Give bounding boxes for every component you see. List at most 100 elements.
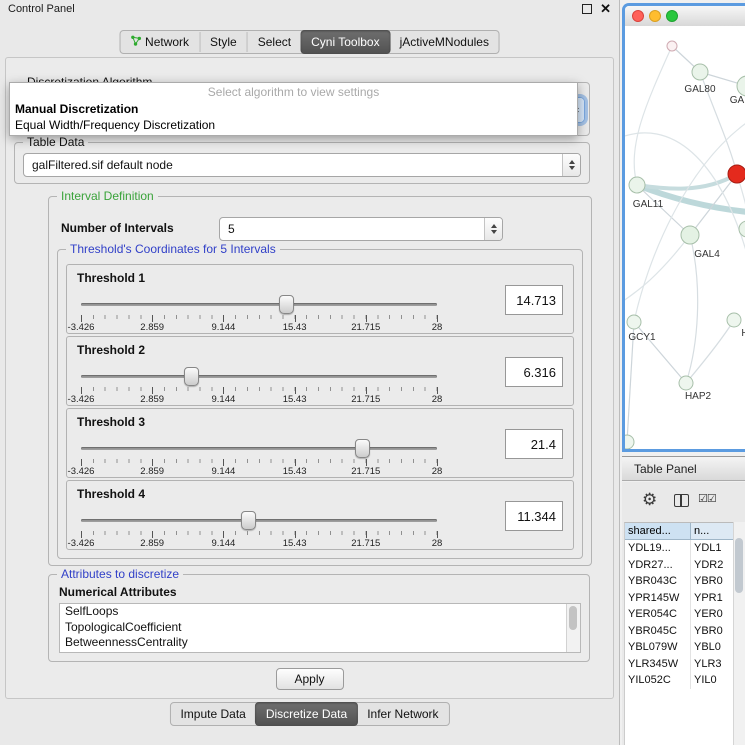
combo-stepper-icon[interactable] <box>562 154 580 176</box>
float-window-icon[interactable] <box>582 4 592 14</box>
network-edge <box>625 235 690 304</box>
table-cell[interactable]: YBR045C <box>625 623 691 640</box>
table-row[interactable]: YBR045CYBR0 <box>625 623 745 640</box>
list-scrollbar[interactable] <box>566 604 580 652</box>
network-node[interactable] <box>681 226 699 244</box>
tab-network[interactable]: Network <box>120 32 199 52</box>
table-cell[interactable]: YPR145W <box>625 590 691 607</box>
major-tick <box>223 387 224 394</box>
dropdown-placeholder: Select algorithm to view settings <box>10 84 577 101</box>
tab-select[interactable]: Select <box>247 32 301 52</box>
table-cell[interactable]: YBL079W <box>625 639 691 656</box>
zoom-traffic-light-icon[interactable] <box>666 10 678 22</box>
network-node[interactable] <box>667 41 677 51</box>
combo-value: 5 <box>228 222 235 236</box>
combo-stepper-icon[interactable] <box>484 218 502 240</box>
tab-infer-network[interactable]: Infer Network <box>357 704 448 724</box>
number-of-intervals-combobox[interactable]: 5 <box>219 217 503 241</box>
network-view-window[interactable]: GAL80GAGAL11GAL4GCY1HHAP2 <box>622 3 745 452</box>
combo-value: galFiltered.sif default node <box>32 158 173 172</box>
attribute-item[interactable]: BetweennessCentrality <box>60 635 580 651</box>
slider-thumb[interactable] <box>279 295 294 314</box>
gear-icon[interactable]: ⚙ <box>642 490 657 510</box>
scrollbar-thumb[interactable] <box>569 606 577 630</box>
threshold-slider-4[interactable]: -3.4262.8599.14415.4321.71528 <box>81 509 437 547</box>
attribute-item[interactable]: TopologicalCoefficient <box>60 620 580 636</box>
threshold-slider-3[interactable]: -3.4262.8599.14415.4321.71528 <box>81 437 437 475</box>
scale-label: 2.859 <box>140 322 164 333</box>
threshold-label: Threshold 2 <box>77 343 145 357</box>
table-data-combobox[interactable]: galFiltered.sif default node <box>23 153 581 177</box>
major-tick <box>152 315 153 322</box>
slider-scale: -3.4262.8599.14415.4321.71528 <box>81 322 437 333</box>
node-table: shared... n... YDL19...YDL1YDR27...YDR2Y… <box>624 522 745 745</box>
network-node[interactable] <box>627 315 641 329</box>
table-row[interactable]: YBR043CYBR0 <box>625 573 745 590</box>
table-scrollbar[interactable] <box>733 522 745 745</box>
network-window-titlebar <box>625 6 745 27</box>
threshold-slider-2[interactable]: -3.4262.8599.14415.4321.71528 <box>81 365 437 403</box>
major-tick <box>437 387 438 394</box>
network-node[interactable] <box>739 221 745 237</box>
network-node[interactable] <box>692 64 708 80</box>
scale-label: 9.144 <box>212 538 236 549</box>
scale-label: 2.859 <box>140 394 164 405</box>
network-node[interactable] <box>625 435 634 449</box>
table-row[interactable]: YLR345WYLR3 <box>625 656 745 673</box>
table-row[interactable]: YIL052CYIL0 <box>625 672 745 689</box>
table-cell[interactable]: YBR043C <box>625 573 691 590</box>
select-columns-checkboxes-icon[interactable]: ☑☑ <box>698 492 716 505</box>
attribute-item[interactable]: SelfLoops <box>60 604 580 620</box>
dropdown-option-equal-width-frequency[interactable]: Equal Width/Frequency Discretization <box>10 117 577 133</box>
dropdown-option-manual-discretization[interactable]: Manual Discretization <box>10 101 577 117</box>
columns-icon[interactable] <box>674 494 689 507</box>
tab-impute-data[interactable]: Impute Data <box>170 704 255 724</box>
close-traffic-light-icon[interactable] <box>632 10 644 22</box>
node-table-panel: ⚙ ☑☑ shared... n... YDL19...YDL1YDR27...… <box>622 482 745 745</box>
table-cell[interactable]: YDL19... <box>625 540 691 557</box>
table-row[interactable]: YBL079WYBL0 <box>625 639 745 656</box>
scrollbar-thumb[interactable] <box>735 538 743 593</box>
attributes-group: Attributes to discretize Numerical Attri… <box>48 574 590 662</box>
tab-jactivemnodules[interactable]: jActiveMNodules <box>390 32 499 52</box>
major-tick <box>81 387 82 394</box>
threshold-label: Threshold 4 <box>77 487 145 501</box>
apply-button[interactable]: Apply <box>276 668 344 690</box>
tab-cyni-toolbox[interactable]: Cyni Toolbox <box>300 30 390 54</box>
table-cell[interactable]: YLR345W <box>625 656 691 673</box>
threshold-slider-1[interactable]: -3.4262.8599.14415.4321.71528 <box>81 293 437 331</box>
scale-label: 21.715 <box>351 322 380 333</box>
slider-thumb[interactable] <box>241 511 256 530</box>
network-node[interactable] <box>728 165 745 183</box>
tab-discretize-data[interactable]: Discretize Data <box>255 702 358 726</box>
table-data-group: Table Data galFiltered.sif default node <box>14 142 590 184</box>
network-node[interactable] <box>737 76 745 96</box>
table-row[interactable]: YPR145WYPR1 <box>625 590 745 607</box>
scale-label: -3.426 <box>68 466 95 477</box>
slider-thumb[interactable] <box>355 439 370 458</box>
threshold-value-field[interactable]: 14.713 <box>505 285 563 315</box>
network-node[interactable] <box>727 313 741 327</box>
network-node[interactable] <box>629 177 645 193</box>
threshold-value-field[interactable]: 6.316 <box>505 357 563 387</box>
tab-style[interactable]: Style <box>199 32 247 52</box>
threshold-value-field[interactable]: 11.344 <box>505 501 563 531</box>
network-node[interactable] <box>679 376 693 390</box>
table-cell[interactable]: YDR27... <box>625 557 691 574</box>
major-tick <box>295 387 296 394</box>
numerical-attributes-label: Numerical Attributes <box>59 585 177 599</box>
table-cell[interactable]: YER054C <box>625 606 691 623</box>
table-panel-header[interactable]: Table Panel <box>622 456 745 481</box>
table-row[interactable]: YDR27...YDR2 <box>625 557 745 574</box>
table-row[interactable]: YER054CYER0 <box>625 606 745 623</box>
table-cell[interactable]: YIL052C <box>625 672 691 689</box>
table-row[interactable]: YDL19...YDL1 <box>625 540 745 557</box>
minimize-traffic-light-icon[interactable] <box>649 10 661 22</box>
slider-thumb[interactable] <box>184 367 199 386</box>
close-icon[interactable]: ✕ <box>600 1 611 17</box>
column-header-shared-name[interactable]: shared... <box>625 523 691 540</box>
scale-label: 15.43 <box>283 394 307 405</box>
numerical-attributes-list[interactable]: SelfLoopsTopologicalCoefficientBetweenne… <box>59 603 581 653</box>
threshold-value-field[interactable]: 21.4 <box>505 429 563 459</box>
network-canvas[interactable]: GAL80GAGAL11GAL4GCY1HHAP2 <box>625 26 745 449</box>
